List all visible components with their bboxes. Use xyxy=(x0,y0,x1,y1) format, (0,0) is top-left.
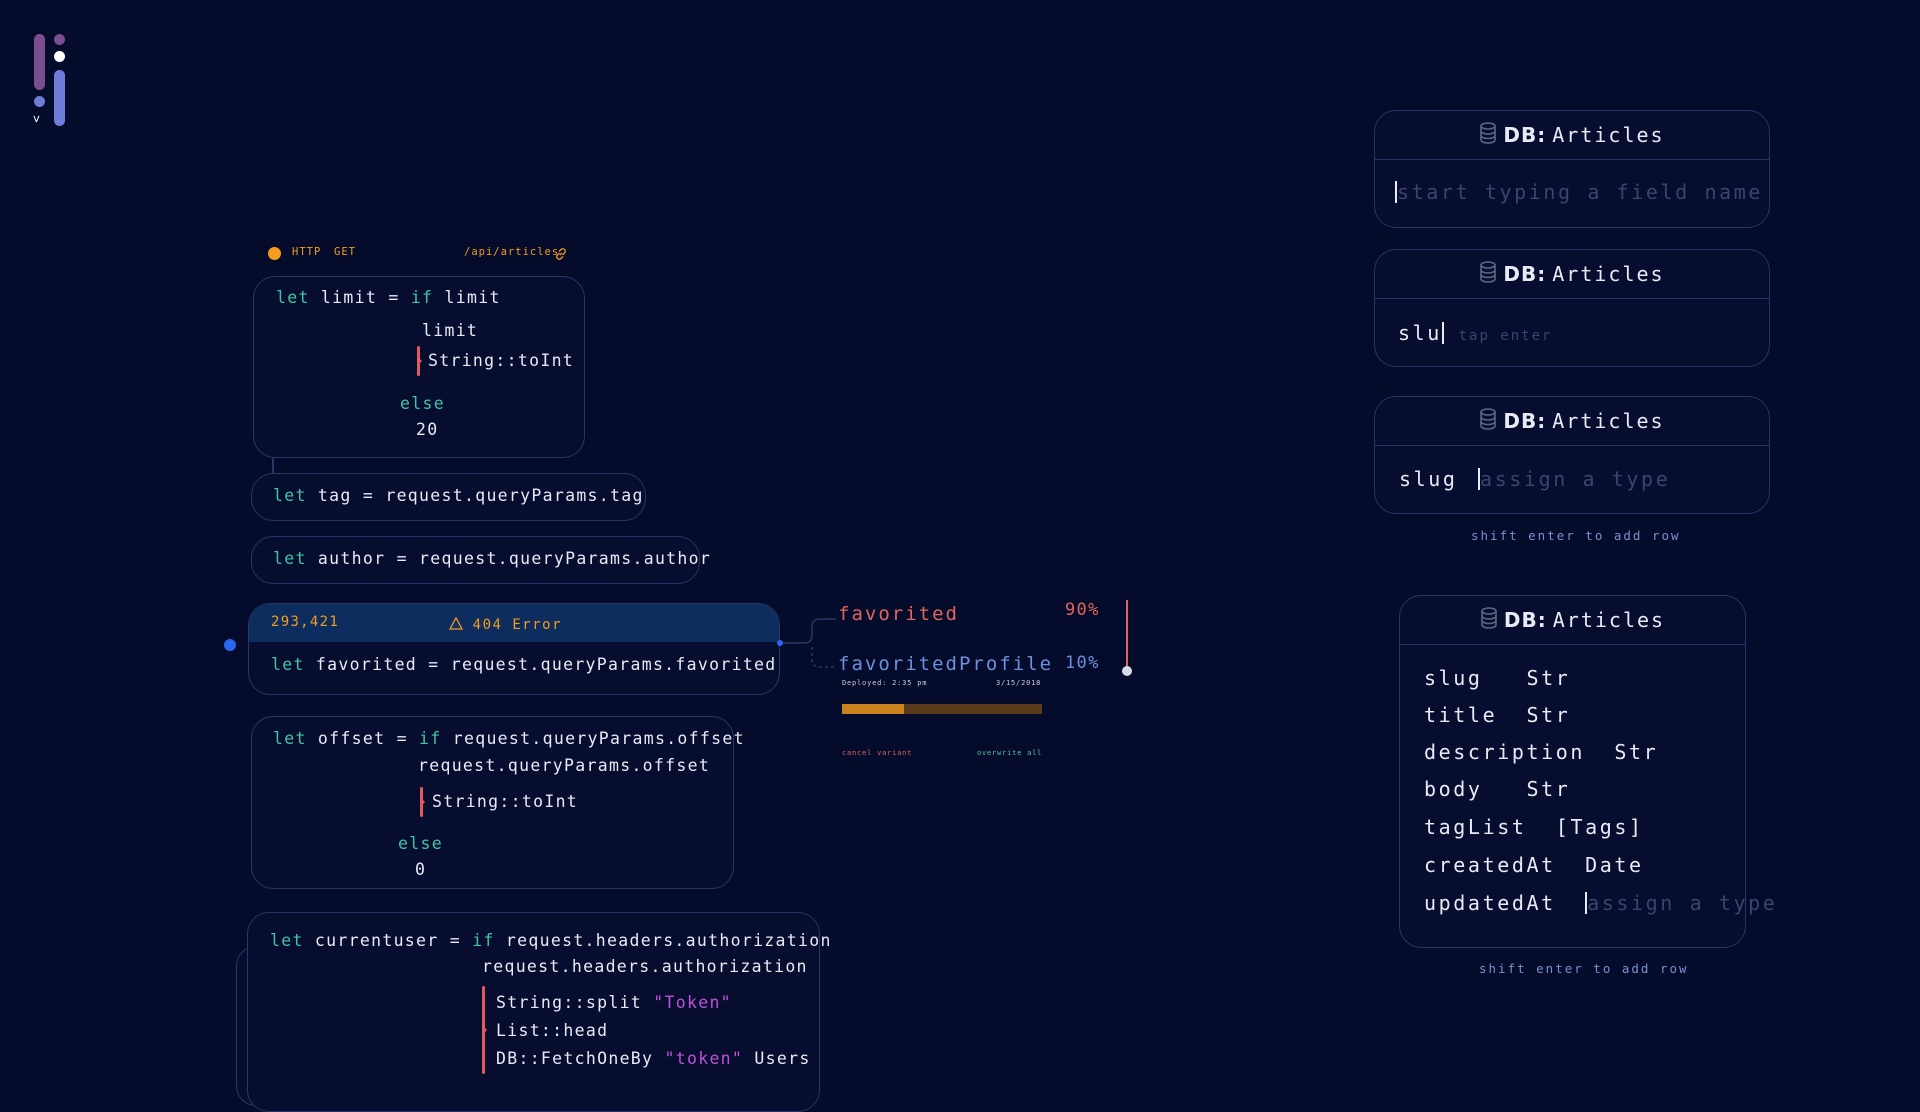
logo-chevron-icon: > xyxy=(29,115,44,123)
variant-b-name[interactable]: favoritedProfile xyxy=(838,653,1053,675)
tag-line[interactable]: let tag = request.queryParams.tag xyxy=(273,486,644,505)
limit-line-1[interactable]: let limit = if limit xyxy=(276,288,501,307)
deploy-time: Deployed: 2:35 pm xyxy=(842,679,928,687)
db-panel-2[interactable]: DB: Articles slu tap enter xyxy=(1374,249,1770,367)
http-method: GET xyxy=(334,246,356,258)
db-panel-header: DB: Articles xyxy=(1400,596,1745,645)
schema-row[interactable]: slug Str xyxy=(1424,666,1570,690)
field-slug[interactable]: slug xyxy=(1399,467,1458,491)
connector-line xyxy=(272,458,274,474)
live-value: 293,421 xyxy=(271,614,340,630)
variant-split-slider-track[interactable] xyxy=(1126,600,1128,672)
deploy-progress-fill xyxy=(842,704,904,714)
deploy-progress-bar xyxy=(842,704,1042,714)
variant-a-name[interactable]: favorited xyxy=(838,603,959,625)
link-icon[interactable] xyxy=(554,246,568,265)
variant-connector xyxy=(783,618,836,668)
currentuser-pipe-split[interactable]: String::split "Token" xyxy=(496,993,732,1012)
logo-dot-left xyxy=(34,96,45,107)
logo-dot-white xyxy=(54,51,65,62)
author-line[interactable]: let author = request.queryParams.author xyxy=(273,549,711,568)
add-row-hint: shift enter to add row xyxy=(1479,961,1689,976)
http-handler-header[interactable]: HTTP GET /api/articles xyxy=(268,244,568,264)
currentuser-line-1[interactable]: let currentuser = if request.headers.aut… xyxy=(270,931,832,950)
offset-pipe-toint[interactable]: String::toInt xyxy=(432,792,578,811)
limit-else[interactable]: else xyxy=(400,394,445,413)
database-icon xyxy=(1479,121,1497,149)
http-status-dot xyxy=(268,247,281,260)
db-panel-header: DB: Articles xyxy=(1375,111,1769,160)
app-logo[interactable]: > xyxy=(29,34,68,126)
variant-b-pct[interactable]: 10% xyxy=(1065,653,1100,673)
offset-line-1[interactable]: let offset = if request.queryParams.offs… xyxy=(273,729,745,748)
schema-row[interactable]: title Str xyxy=(1424,703,1570,727)
warning-icon xyxy=(448,615,464,634)
limit-else-value[interactable]: 20 xyxy=(416,420,438,439)
type-input[interactable]: assign a type xyxy=(1478,467,1670,491)
pipe-marker xyxy=(482,986,487,1074)
db-panel-1[interactable]: DB: Articles start typing a field name xyxy=(1374,110,1770,228)
breakpoint-dot[interactable] xyxy=(224,639,236,651)
currentuser-pipe-head[interactable]: List::head xyxy=(496,1021,608,1040)
limit-pipe-tointhe[interactable]: String::toInt xyxy=(428,351,574,370)
database-icon xyxy=(1479,407,1497,435)
error-badge[interactable]: 404 Error xyxy=(448,614,562,634)
database-icon xyxy=(1479,260,1497,288)
schema-row[interactable]: body Str xyxy=(1424,777,1570,801)
db-panel-header: DB: Articles xyxy=(1375,250,1769,299)
schema-row[interactable]: createdAt Date xyxy=(1424,853,1644,877)
database-icon xyxy=(1480,606,1498,634)
favorited-line[interactable]: let favorited = request.queryParams.favo… xyxy=(271,655,777,674)
field-name-input[interactable]: slu tap enter xyxy=(1398,321,1552,345)
variant-a-pct[interactable]: 90% xyxy=(1065,600,1100,620)
limit-then[interactable]: limit xyxy=(422,321,478,340)
schema-row-new[interactable]: updatedAt assign a type xyxy=(1424,891,1777,915)
http-route[interactable]: /api/articles xyxy=(464,246,559,258)
db-panel-3[interactable]: DB: Articles slug assign a type xyxy=(1374,396,1770,514)
offset-else[interactable]: else xyxy=(398,834,443,853)
logo-dot-top xyxy=(54,34,65,45)
offset-else-value[interactable]: 0 xyxy=(415,860,426,879)
currentuser-then[interactable]: request.headers.authorization xyxy=(482,957,808,976)
currentuser-pipe-fetch[interactable]: DB::FetchOneBy "token" Users xyxy=(496,1049,811,1068)
pipe-marker xyxy=(420,787,425,817)
field-name-input[interactable]: start typing a field name xyxy=(1395,180,1763,204)
variant-split-slider-handle[interactable] xyxy=(1122,666,1132,676)
logo-bar-right xyxy=(54,70,65,126)
deploy-date: 3/15/2018 xyxy=(996,679,1042,687)
schema-row[interactable]: tagList [Tags] xyxy=(1424,815,1644,839)
http-label: HTTP xyxy=(292,246,322,258)
add-row-hint: shift enter to add row xyxy=(1471,528,1681,543)
db-panel-header: DB: Articles xyxy=(1375,397,1769,446)
overwrite-all-button[interactable]: overwrite all xyxy=(977,749,1042,757)
logo-bar-left xyxy=(34,34,45,90)
db-panel-4[interactable]: DB: Articles slug Str title Str descripti… xyxy=(1399,595,1775,948)
pipe-marker xyxy=(417,346,422,376)
offset-then[interactable]: request.queryParams.offset xyxy=(418,756,710,775)
cancel-variant-button[interactable]: cancel variant xyxy=(842,749,912,757)
schema-row[interactable]: description Str xyxy=(1424,740,1658,764)
